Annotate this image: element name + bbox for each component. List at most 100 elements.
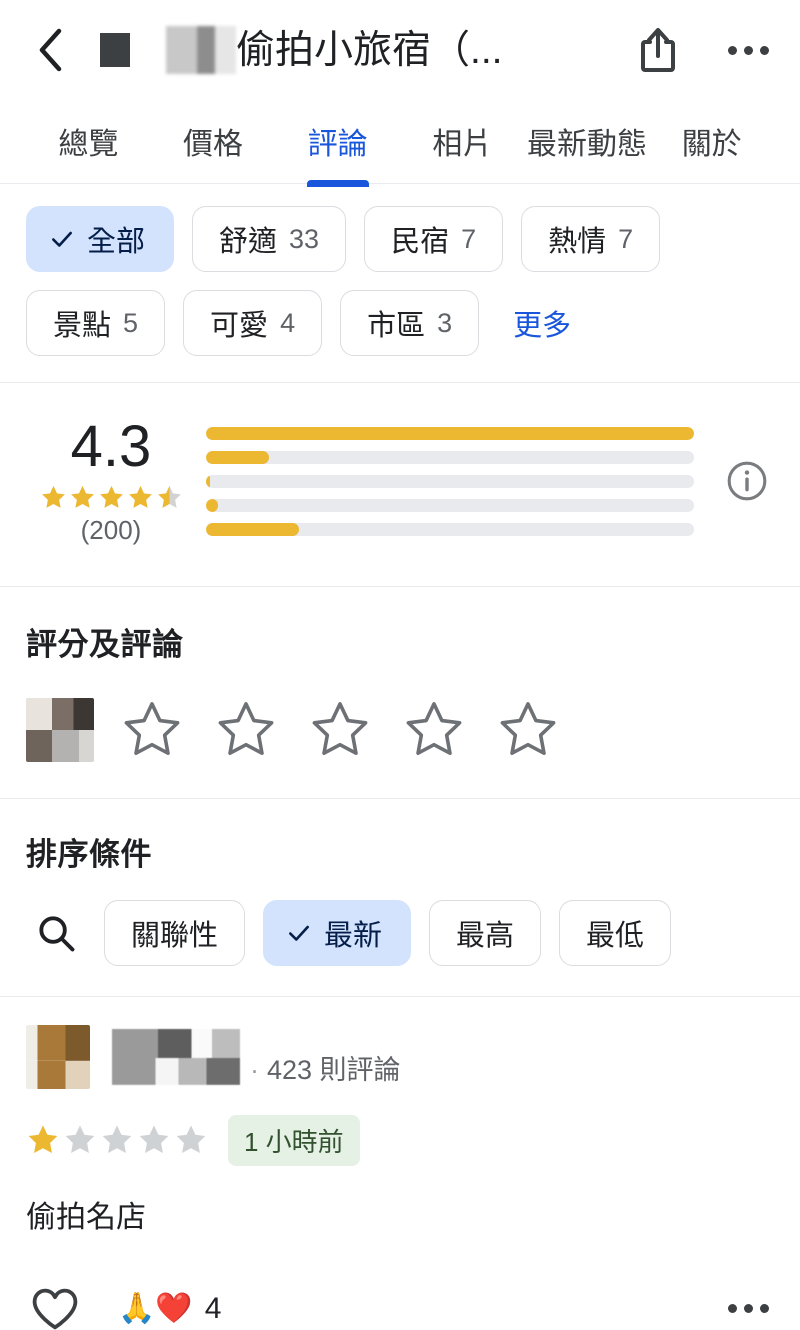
- search-icon: [39, 916, 75, 952]
- more-horizontal-icon: [727, 1304, 769, 1314]
- sort-option-label: 最新: [324, 919, 383, 952]
- page-title: 偷拍小旅宿（...: [78, 26, 618, 74]
- tab-bar: 總覽 價格 評論 相片 最新動態 關於: [0, 100, 800, 184]
- rate-star-3-icon[interactable]: [308, 698, 372, 762]
- rating-bar-3[interactable]: [206, 474, 694, 488]
- reviewer-meta: · 423 則評論: [112, 1028, 401, 1086]
- chip-label: 全部: [87, 226, 146, 258]
- more-horizontal-icon: [727, 45, 769, 55]
- rating-bar-2[interactable]: [206, 498, 694, 512]
- reaction-count: 4: [204, 1291, 222, 1325]
- rating-bar-4[interactable]: [206, 450, 694, 464]
- tab-about[interactable]: 關於: [649, 119, 774, 183]
- check-icon: [289, 925, 309, 941]
- sort-option-label: 最高: [456, 919, 515, 952]
- rate-star-1-icon[interactable]: [120, 698, 184, 762]
- info-circle-icon: [727, 462, 767, 501]
- filter-chip-cute[interactable]: 可愛 4: [183, 290, 323, 356]
- average-score: 4.3: [70, 414, 152, 479]
- sort-option-label: 最低: [586, 919, 645, 952]
- tab-reviews[interactable]: 評論: [275, 119, 400, 183]
- filter-chip-bnb[interactable]: 民宿 7: [364, 206, 504, 272]
- sort-option-highest[interactable]: 最高: [429, 899, 542, 966]
- sort-option-newest[interactable]: 最新: [263, 899, 412, 966]
- chevron-left-icon: [39, 28, 62, 72]
- title-redaction-block-1: [100, 33, 130, 67]
- rate-star-4-icon[interactable]: [402, 698, 466, 762]
- rating-bar-1[interactable]: [206, 522, 694, 536]
- sort-section: 排序條件 關聯性 最新 最高 最低: [0, 799, 800, 997]
- review-star-row: [26, 1123, 208, 1157]
- chip-count: 33: [289, 223, 320, 254]
- tab-label: 總覽: [58, 128, 119, 161]
- review-star-2: [65, 1125, 95, 1154]
- rating-bar-5[interactable]: [206, 426, 694, 440]
- filter-chip-downtown[interactable]: 市區 3: [340, 290, 480, 356]
- chip-count: 4: [280, 307, 296, 338]
- sort-option-lowest[interactable]: 最低: [559, 899, 672, 966]
- title-redaction-block-2: [166, 26, 236, 74]
- tab-label: 相片: [432, 128, 493, 161]
- separator: ·: [250, 1055, 259, 1086]
- reviewer-header[interactable]: · 423 則評論: [26, 1024, 774, 1089]
- review-count-text: 423 則評論: [267, 1055, 401, 1086]
- review-time-badge: 1 小時前: [228, 1114, 360, 1166]
- avatar: [26, 1024, 90, 1089]
- summary-star-5-half: [157, 485, 181, 508]
- total-review-count: (200): [80, 514, 142, 545]
- filter-chip-attractions[interactable]: 景點 5: [26, 290, 166, 356]
- chip-row-1: 全部 舒適 33 民宿 7 熱情 7: [26, 206, 774, 272]
- tab-label: 價格: [183, 128, 243, 161]
- filter-chip-hospitality[interactable]: 熱情 7: [521, 206, 661, 272]
- chip-count: 7: [461, 223, 477, 254]
- show-more-filters-link[interactable]: 更多: [497, 302, 587, 344]
- tab-updates[interactable]: 最新動態: [525, 119, 650, 183]
- tab-label: 最新動態: [527, 128, 648, 161]
- rate-star-5-icon[interactable]: [496, 698, 560, 762]
- filter-chip-all[interactable]: 全部: [26, 206, 175, 272]
- sort-options-row: 關聯性 最新 最高 最低: [26, 899, 774, 966]
- rate-star-input[interactable]: [120, 698, 560, 762]
- review-star-4: [139, 1125, 169, 1154]
- filter-chip-comfort[interactable]: 舒適 33: [192, 206, 347, 272]
- back-button[interactable]: [22, 22, 78, 78]
- chip-label: 景點: [53, 310, 112, 342]
- summary-star-4: [128, 485, 152, 508]
- review-item: · 423 則評論 1 小時前 偷拍名店 🙏❤️ 4: [0, 997, 800, 1330]
- share-button[interactable]: [632, 24, 684, 76]
- chip-row-2: 景點 5 可愛 4 市區 3 更多: [26, 290, 774, 356]
- app-header: 偷拍小旅宿（...: [0, 0, 800, 100]
- review-reactions[interactable]: 🙏❤️ 4: [118, 1292, 221, 1326]
- reaction-emoji-icons: 🙏❤️: [118, 1291, 193, 1325]
- chip-count: 3: [437, 307, 453, 338]
- tab-photos[interactable]: 相片: [400, 119, 525, 183]
- review-star-1: [28, 1125, 58, 1154]
- title-text: 偷拍小旅宿（...: [236, 28, 503, 72]
- user-rating-row: [26, 697, 774, 762]
- review-star-3: [102, 1125, 132, 1154]
- summary-star-3: [99, 485, 123, 508]
- avatar: [26, 697, 94, 762]
- chip-count: 5: [123, 307, 139, 338]
- rate-star-2-icon[interactable]: [214, 698, 278, 762]
- tab-price[interactable]: 價格: [151, 119, 276, 183]
- chip-label: 可愛: [210, 310, 269, 342]
- sort-title: 排序條件: [26, 836, 152, 872]
- rating-info-button[interactable]: [720, 454, 774, 508]
- tab-label: 關於: [681, 128, 742, 161]
- chip-label: 民宿: [391, 226, 450, 258]
- chip-label: 熱情: [548, 226, 607, 258]
- chip-count: 7: [618, 223, 634, 254]
- share-icon: [641, 28, 675, 72]
- heart-outline-icon: [32, 1288, 78, 1330]
- review-action-row: 🙏❤️ 4: [26, 1280, 774, 1330]
- chip-label: 舒適: [219, 226, 278, 258]
- search-reviews-button[interactable]: [26, 903, 86, 963]
- rating-distribution-chart: [196, 426, 720, 536]
- header-overflow-button[interactable]: [722, 24, 774, 76]
- like-review-button[interactable]: [26, 1280, 84, 1330]
- tab-overview[interactable]: 總覽: [26, 119, 151, 183]
- header-actions: [632, 24, 774, 76]
- review-overflow-button[interactable]: [722, 1283, 774, 1330]
- sort-option-relevance[interactable]: 關聯性: [104, 899, 246, 966]
